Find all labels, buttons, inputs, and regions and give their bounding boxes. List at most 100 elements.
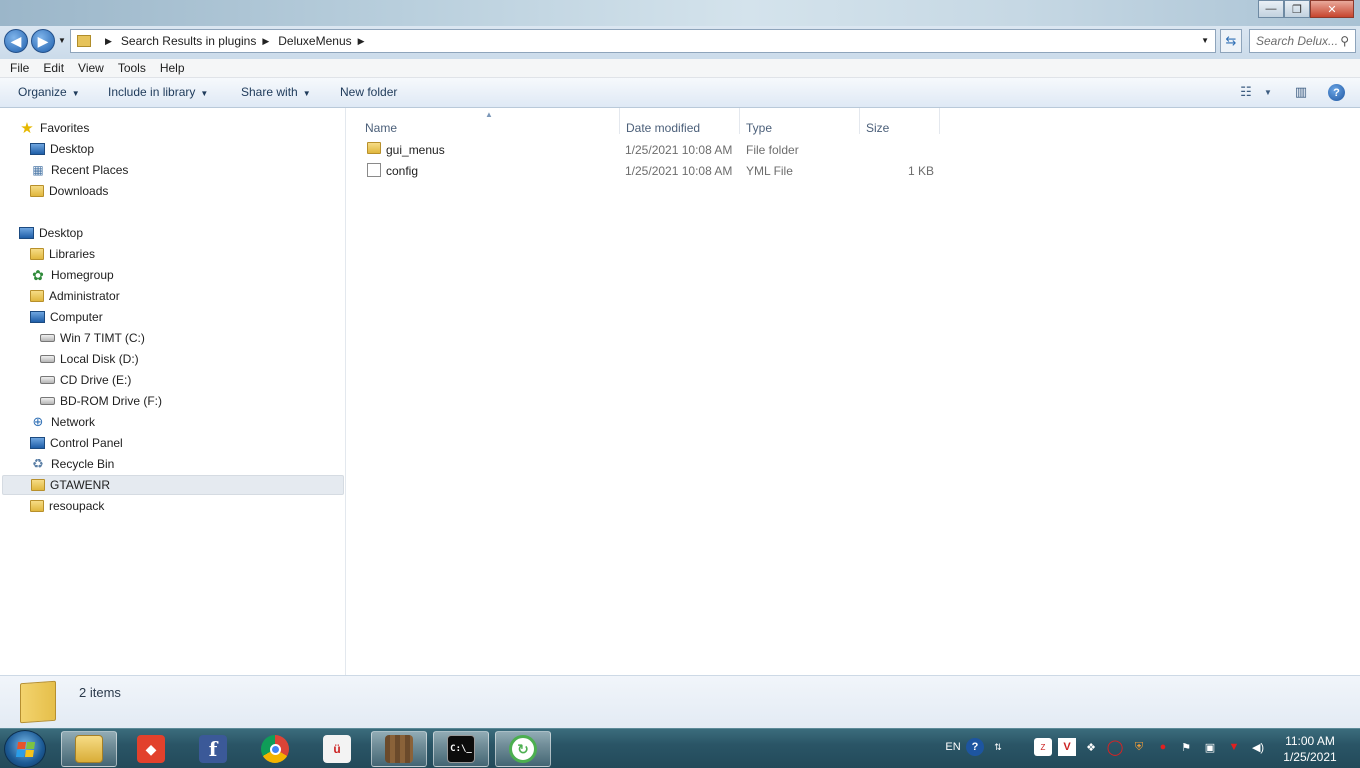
nav-network[interactable]: ⊕ Network [30,412,95,432]
chrome-icon [261,735,289,763]
folder-icon [367,142,381,154]
taskbar-unikey[interactable]: ü [309,731,365,767]
nav-control-panel[interactable]: Control Panel [30,433,123,453]
menu-view[interactable]: View [73,61,109,75]
column-divider[interactable] [739,108,740,134]
column-header-size[interactable]: Size [866,121,889,135]
taskbar-explorer[interactable] [61,731,117,767]
nav-administrator[interactable]: Administrator [30,286,120,306]
nav-recycle-bin[interactable]: ♻ Recycle Bin [30,454,114,474]
taskbar-cmd[interactable]: C:\_ [433,731,489,767]
breadcrumb-item[interactable]: DeluxeMenus [278,34,351,48]
taskbar-app[interactable]: ↻ [495,731,551,767]
nav-downloads[interactable]: Downloads [30,181,108,201]
refresh-button[interactable]: ⇆ [1220,29,1242,53]
view-options-icon[interactable]: ☷ [1237,84,1255,100]
dropbox-tray-icon[interactable]: ❖ [1082,738,1100,756]
file-row[interactable]: gui_menus 1/25/2021 10:08 AM File folder [361,140,951,160]
close-button[interactable]: ✕ [1310,0,1354,18]
nav-desktop-fav[interactable]: Desktop [30,139,94,159]
address-bar[interactable]: ▶ Search Results in plugins ▶ DeluxeMenu… [70,29,1216,53]
forward-button[interactable]: ▶ [31,29,55,53]
display-tray-icon[interactable]: ▣ [1201,738,1219,756]
nav-folder-resoupack[interactable]: resoupack [30,496,104,516]
nav-recent-places[interactable]: ▦ Recent Places [30,160,128,180]
recycle-bin-icon: ♻ [32,456,44,471]
folder-icon [31,479,45,491]
help-icon[interactable]: ? [1328,84,1345,101]
column-header-type[interactable]: Type [746,121,772,135]
folder-icon [30,500,44,512]
antivirus-tray-icon[interactable]: ▼ [1225,738,1243,756]
organize-button[interactable]: Organize ▼ [18,85,80,99]
maximize-button[interactable]: ❐ [1284,0,1310,18]
taskbar-minecraft[interactable] [371,731,427,767]
start-button[interactable] [4,730,46,768]
language-indicator[interactable]: EN [943,738,963,756]
chevron-right-icon[interactable]: ▶ [262,36,269,47]
column-header-date[interactable]: Date modified [626,121,700,135]
taskbar-anydesk[interactable]: ◆ [123,731,179,767]
libraries-icon [30,248,44,260]
chevron-right-icon[interactable]: ▶ [358,36,365,47]
network-tray-icon[interactable]: ⇅ [989,738,1007,756]
menu-edit[interactable]: Edit [38,61,69,75]
nav-favorites[interactable]: ★ Favorites [19,118,89,138]
breadcrumb-item[interactable]: Search Results in plugins [121,34,256,48]
column-divider[interactable] [859,108,860,134]
cd-drive-icon [40,376,55,384]
nav-label: BD-ROM Drive (F:) [60,394,162,408]
preview-pane-icon[interactable]: ▥ [1292,84,1310,100]
volume-icon[interactable]: ◀) [1249,738,1267,756]
sort-arrow-icon: ▲ [485,110,493,119]
search-icon[interactable]: ⚲ [1340,34,1349,48]
chevron-right-icon[interactable]: ▶ [105,36,112,47]
nav-drive-c[interactable]: Win 7 TIMT (C:) [40,328,145,348]
taskbar-chrome[interactable] [247,731,303,767]
nav-label: resoupack [49,499,105,513]
system-clock[interactable]: 11:00 AM 1/25/2021 [1276,733,1344,765]
address-dropdown[interactable]: ▼ [1201,36,1209,45]
file-date: 1/25/2021 10:08 AM [625,164,733,178]
share-with-button[interactable]: Share with ▼ [241,85,311,99]
column-divider[interactable] [939,108,940,134]
security-tray-icon[interactable]: ● [1154,738,1172,756]
app-tray-icon[interactable]: Z [1034,738,1052,756]
nav-drive-e[interactable]: CD Drive (E:) [40,370,131,390]
back-button[interactable]: ◀ [4,29,28,53]
nav-desktop[interactable]: Desktop [19,223,83,243]
opera-tray-icon[interactable]: ◯ [1106,738,1124,756]
minimize-button[interactable]: — [1258,0,1284,18]
nav-homegroup[interactable]: ✿ Homegroup [30,265,114,285]
view-dropdown-icon[interactable]: ▼ [1259,84,1277,100]
menu-help[interactable]: Help [155,61,190,75]
taskbar-facebook[interactable]: f [185,731,241,767]
window-controls: — ❐ ✕ [1258,0,1354,18]
search-input[interactable]: Search Delux... ⚲ [1249,29,1356,53]
chevron-down-icon: ▼ [71,89,80,98]
shield-tray-icon[interactable]: ⛨ [1130,738,1148,756]
nav-drive-d[interactable]: Local Disk (D:) [40,349,139,369]
new-folder-button[interactable]: New folder [340,85,397,99]
unikey-icon: ü [323,735,351,763]
file-row[interactable]: config 1/25/2021 10:08 AM YML File 1 KB [361,161,951,181]
menu-file[interactable]: File [5,61,34,75]
nav-label: GTAWENR [50,478,110,492]
command-prompt-icon: C:\_ [447,735,475,763]
downloads-folder-icon [30,185,44,197]
flag-tray-icon[interactable]: ⚑ [1177,738,1195,756]
menu-tools[interactable]: Tools [113,61,151,75]
column-header-name[interactable]: Name [365,121,397,135]
network-icon: ⊕ [32,414,44,429]
nav-label: Computer [50,310,103,324]
vietkey-tray-icon[interactable]: V [1058,738,1076,756]
help-tray-icon[interactable]: ? [966,738,984,756]
nav-folder-gtawenr[interactable]: GTAWENR [2,475,344,495]
column-divider[interactable] [619,108,620,134]
include-in-library-button[interactable]: Include in library ▼ [108,85,208,99]
recent-pages-dropdown[interactable]: ▼ [58,36,66,45]
nav-computer[interactable]: Computer [30,307,103,327]
refresh-icon: ⇆ [1225,33,1237,48]
nav-libraries[interactable]: Libraries [30,244,95,264]
nav-drive-f[interactable]: BD-ROM Drive (F:) [40,391,162,411]
